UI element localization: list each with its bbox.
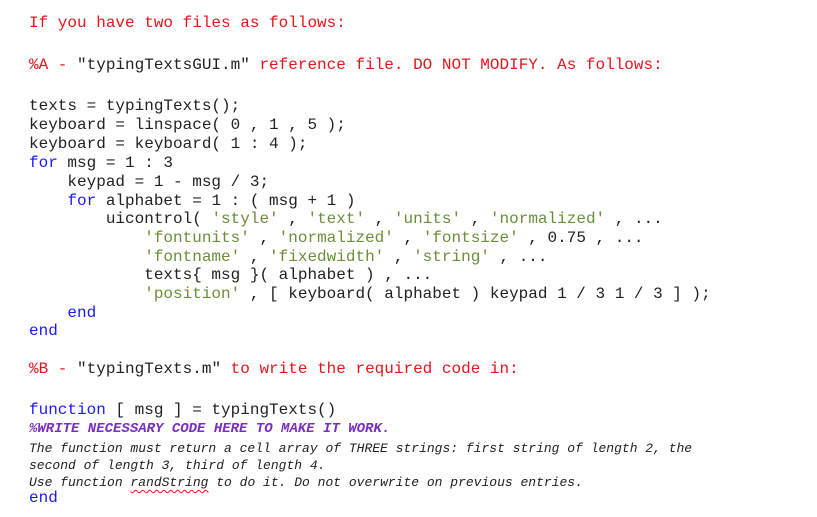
code-line: function [ msg ] = typingTexts() xyxy=(29,401,336,420)
instruction-text: Use function xyxy=(29,475,131,490)
code-text: keypad = 1 - msg / 3; xyxy=(29,173,270,191)
comment-text: %WRITE NECESSARY CODE HERE TO MAKE IT WO… xyxy=(29,421,391,437)
keyword: end xyxy=(67,304,97,322)
keyword: end xyxy=(29,489,58,507)
code-line: uicontrol( 'style' , 'text' , 'units' , … xyxy=(29,210,663,229)
string-literal: 'style' xyxy=(211,210,279,228)
instruction-text: second of length 3, third of length 4. xyxy=(29,458,326,473)
code-line: keyboard = keyboard( 1 : 4 ); xyxy=(29,135,307,154)
code-line: texts = typingTexts(); xyxy=(29,97,240,116)
code-text: , xyxy=(384,248,414,266)
code-line: for alphabet = 1 : ( msg + 1 ) xyxy=(29,192,355,211)
code-line: 'fontname' , 'fixedwidth' , 'string' , .… xyxy=(29,248,548,267)
code-line: 'position' , [ keyboard( alphabet ) keyp… xyxy=(29,285,711,304)
code-text: msg = 1 : 3 xyxy=(57,154,174,172)
code-text: uicontrol( xyxy=(29,210,212,228)
instruction-line: Use function randString to do it. Do not… xyxy=(29,473,583,492)
string-literal: 'normalized' xyxy=(489,210,606,228)
keyword: for xyxy=(29,154,58,172)
code-line: 'fontunits' , 'normalized' , 'fontsize' … xyxy=(29,229,644,248)
intro-text: If you have two files as follows: xyxy=(29,14,346,33)
string-literal: 'fixedwidth' xyxy=(269,248,385,266)
string-literal: 'normalized' xyxy=(278,229,394,247)
file-b-heading: %B - "typingTexts.m" to write the requir… xyxy=(29,360,519,379)
code-text: texts = typingTexts(); xyxy=(29,97,241,115)
code-line: end xyxy=(29,322,58,341)
code-text: , 0.75 , ... xyxy=(518,229,644,247)
code-line: keyboard = linspace( 0 , 1 , 5 ); xyxy=(29,116,346,135)
string-literal: 'fontsize' xyxy=(422,229,519,247)
spellcheck-word[interactable]: randString xyxy=(130,475,208,490)
code-text: , xyxy=(278,210,308,228)
string-literal: 'string' xyxy=(413,248,490,266)
string-literal: 'fontname' xyxy=(144,248,241,266)
code-text: keyboard = keyboard( 1 : 4 ); xyxy=(29,135,308,153)
file-b-suffix: to write the required code in: xyxy=(221,360,519,378)
file-a-filename: "typingTextsGUI.m" xyxy=(77,56,250,74)
instruction-text: The function must return a cell array of… xyxy=(29,441,693,456)
keyword: for xyxy=(67,192,97,210)
code-text: , ... xyxy=(605,210,663,228)
instruction-text: to do it. Do not overwrite on previous e… xyxy=(208,475,583,490)
string-literal: 'fontunits' xyxy=(144,229,250,247)
file-a-suffix: reference file. DO NOT MODIFY. As follow… xyxy=(249,56,663,74)
file-a-prefix: %A - xyxy=(29,56,78,74)
code-text: alphabet = 1 : ( msg + 1 ) xyxy=(96,192,356,210)
file-a-heading: %A - "typingTextsGUI.m" reference file. … xyxy=(29,56,663,75)
string-literal: 'position' xyxy=(144,285,241,303)
code-text: , xyxy=(240,248,270,266)
code-text: [ msg ] = typingTexts() xyxy=(105,401,337,419)
string-literal: 'units' xyxy=(393,210,462,228)
code-line: texts{ msg }( alphabet ) , ... xyxy=(29,266,432,285)
code-line: end xyxy=(29,489,58,508)
code-text: , xyxy=(365,210,394,228)
code-text: texts{ msg }( alphabet ) , ... xyxy=(29,266,433,284)
code-text: , xyxy=(461,210,490,228)
intro-label: If you have two files as follows: xyxy=(29,14,346,32)
code-text: keyboard = linspace( 0 , 1 , 5 ); xyxy=(29,116,346,134)
file-b-filename: "typingTexts.m" xyxy=(77,360,222,378)
keyword: end xyxy=(29,322,58,340)
keyword: function xyxy=(29,401,106,419)
code-text: , xyxy=(249,229,279,247)
code-line: for msg = 1 : 3 xyxy=(29,154,173,173)
comment-line: %WRITE NECESSARY CODE HERE TO MAKE IT WO… xyxy=(29,420,390,439)
code-text: , [ keyboard( alphabet ) keypad 1 / 3 1 … xyxy=(240,285,711,303)
code-line: end xyxy=(29,304,96,323)
string-literal: 'text' xyxy=(307,210,366,228)
file-b-prefix: %B - xyxy=(29,360,78,378)
code-line: keypad = 1 - msg / 3; xyxy=(29,173,269,192)
code-text: , xyxy=(393,229,423,247)
code-text: , ... xyxy=(489,248,548,266)
